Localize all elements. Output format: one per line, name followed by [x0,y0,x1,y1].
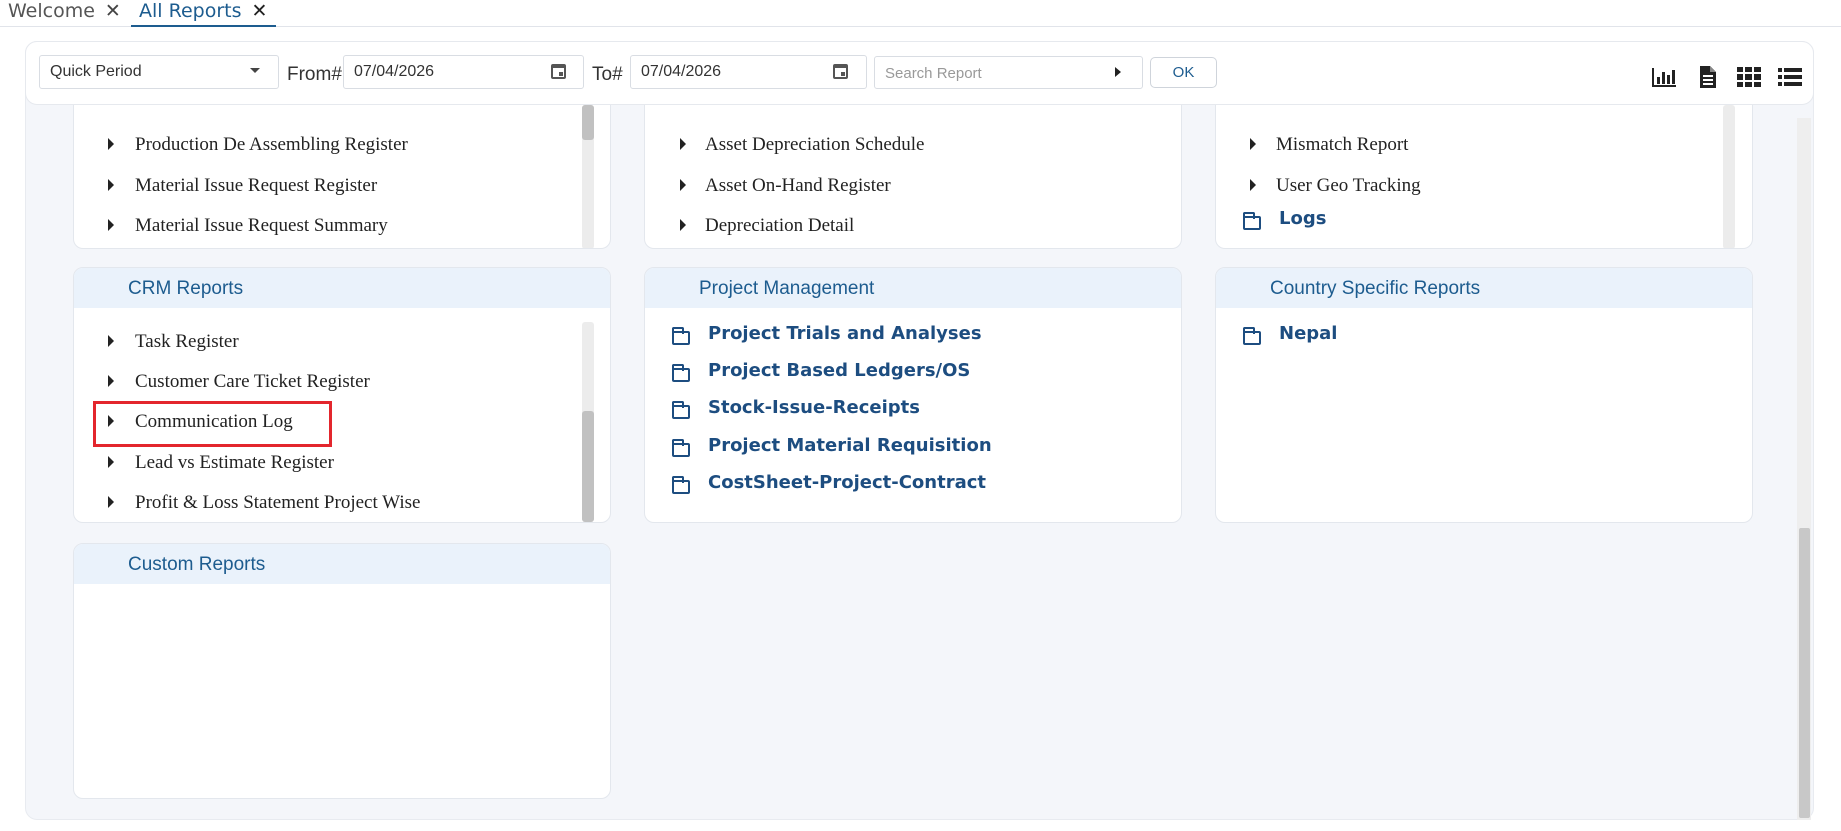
tab-label: Welcome [8,0,95,22]
expand-arrow-icon[interactable] [108,219,114,231]
report-item[interactable]: Asset On-Hand Register [705,175,891,197]
to-date-input[interactable]: 07/04/2026 [630,55,867,89]
expand-arrow-icon[interactable] [108,138,114,150]
tab-welcome[interactable]: Welcome ✕ [8,0,121,27]
close-icon[interactable]: ✕ [251,0,267,22]
folder-label: Logs [1279,208,1327,229]
calendar-icon[interactable] [833,64,848,79]
play-icon[interactable] [1115,67,1121,77]
panel-right-top: Mismatch Report User Geo Tracking Logs [1215,105,1753,249]
expand-arrow-icon[interactable] [680,219,686,231]
panel-title: Custom Reports [128,554,266,575]
report-item[interactable]: Lead vs Estimate Register [135,452,334,474]
tab-bar: Welcome ✕ All Reports ✕ [0,0,1841,27]
main-scrollbar-thumb[interactable] [1799,528,1810,818]
from-date-value: 07/04/2026 [354,63,435,80]
report-item[interactable]: Task Register [135,331,239,353]
scrollbar-thumb[interactable] [582,105,594,140]
panel-crm-reports: CRM Reports Task Register Customer Care … [73,267,611,523]
report-item[interactable]: Customer Care Ticket Register [135,371,370,393]
panel-custom-reports: Custom Reports [73,543,611,799]
expand-arrow-icon[interactable] [108,335,114,347]
chevron-down-icon [250,68,260,73]
panel-mid-top: Asset Depreciation Schedule Asset On-Han… [644,105,1182,249]
panel-project-management: Project Management Project Trials and An… [644,267,1182,523]
expand-arrow-icon[interactable] [1250,179,1256,191]
panel-title: Country Specific Reports [1270,278,1481,299]
from-date-input[interactable]: 07/04/2026 [343,55,584,89]
folder-label: Nepal [1279,323,1338,344]
report-item[interactable]: User Geo Tracking [1276,175,1421,197]
panel-title: CRM Reports [128,278,244,299]
calendar-icon[interactable] [551,64,566,79]
folder-label: Project Based Ledgers/OS [708,360,971,381]
expand-arrow-icon[interactable] [108,179,114,191]
ok-button[interactable]: OK [1150,57,1217,88]
folder-icon [672,364,690,382]
report-item[interactable]: Depreciation Detail [705,215,854,237]
highlight-box [93,401,332,447]
scrollbar[interactable] [1723,105,1735,248]
expand-arrow-icon[interactable] [108,456,114,468]
folder-icon [672,401,690,419]
report-item[interactable]: Production De Assembling Register [135,134,408,156]
quick-period-value: Quick Period [50,63,142,80]
panel-header: CRM Reports [74,268,610,308]
expand-arrow-icon[interactable] [1250,138,1256,150]
report-item[interactable]: Profit & Loss Statement Project Wise [135,492,420,514]
expand-arrow-icon[interactable] [680,179,686,191]
tab-all-reports[interactable]: All Reports ✕ [131,0,277,27]
panel-header: Custom Reports [74,544,610,584]
bar-chart-icon[interactable] [1651,66,1677,88]
list-icon[interactable] [1777,66,1803,88]
panel-header: Country Specific Reports [1216,268,1752,308]
folder-icon [672,476,690,494]
quick-period-select[interactable]: Quick Period [39,55,279,89]
report-item[interactable]: Material Issue Request Summary [135,215,388,237]
folder-label: Project Trials and Analyses [708,323,982,344]
panel-header: Project Management [645,268,1181,308]
search-placeholder: Search Report [885,65,982,82]
from-label: From# [287,64,342,85]
folder-label: CostSheet-Project-Contract [708,472,987,493]
expand-arrow-icon[interactable] [108,496,114,508]
report-item[interactable]: Material Issue Request Register [135,175,377,197]
report-item[interactable]: Mismatch Report [1276,134,1408,156]
panel-title: Project Management [699,278,875,299]
report-item[interactable]: Asset Depreciation Schedule [705,134,924,156]
folder-label: Stock-Issue-Receipts [708,397,920,418]
folder-icon [672,327,690,345]
folder-icon [672,439,690,457]
scrollbar-thumb[interactable] [582,411,594,522]
panel-left-top: Production De Assembling Register Materi… [73,105,611,249]
to-date-value: 07/04/2026 [641,63,722,80]
tab-label: All Reports [139,0,242,22]
to-label: To# [592,64,623,85]
close-icon[interactable]: ✕ [105,0,121,22]
document-icon[interactable] [1695,66,1721,88]
expand-arrow-icon[interactable] [108,375,114,387]
expand-arrow-icon[interactable] [680,138,686,150]
panel-country-specific: Country Specific Reports Nepal [1215,267,1753,523]
search-report-input[interactable]: Search Report [874,56,1143,89]
folder-icon [1243,327,1261,345]
folder-label: Project Material Requisition [708,435,992,456]
grid-icon[interactable] [1736,66,1762,88]
folder-icon [1243,212,1261,230]
